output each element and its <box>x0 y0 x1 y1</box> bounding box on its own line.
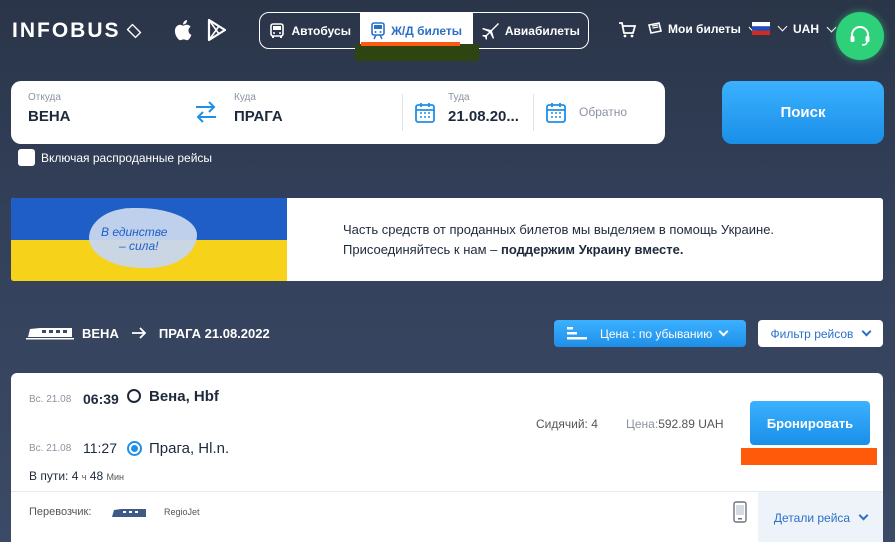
logo[interactable]: INFOBUS <box>12 19 143 43</box>
active-tab-indicator <box>361 42 460 46</box>
to-field[interactable]: Куда ПРАГА <box>234 81 404 144</box>
include-soldout-row[interactable]: Включая распроданные рейсы <box>18 149 212 166</box>
tab-flights[interactable]: Авиабилеты <box>473 13 588 48</box>
banner-text: Часть средств от проданных билетов мы вы… <box>343 220 774 260</box>
book-button-highlight <box>741 448 877 465</box>
arrow-right-icon <box>131 327 147 339</box>
header: INFOBUS Автобусы Ж/Д билеты Авиабилеты М… <box>0 0 895 70</box>
trip-details-button[interactable]: Детали рейса <box>758 492 883 542</box>
calendar-icon <box>415 103 435 123</box>
from-field[interactable]: Откуда ВЕНА <box>28 81 188 144</box>
departure-dot-icon <box>127 389 141 403</box>
trip-card-footer: Перевозчик: RegioJet Детали рейса <box>11 491 883 542</box>
banner-text-line1: Часть средств от проданных билетов мы вы… <box>343 222 775 237</box>
support-ukraine-banner: В единстве – сила! Часть средств от прод… <box>11 198 883 281</box>
cart-icon[interactable] <box>618 22 636 38</box>
carrier-train-icon <box>112 509 146 517</box>
return-date-field[interactable]: Обратно <box>579 105 627 119</box>
date-value: 21.08.20... <box>448 108 519 125</box>
apple-icon[interactable] <box>173 18 195 42</box>
seat-availability: Сидячий: 4 <box>536 417 598 431</box>
trip-card: Вс. 21.08 06:39 Вена, Hbf Вс. 21.08 11:2… <box>11 373 883 542</box>
tab-highlight-shadow <box>355 44 479 61</box>
chevron-down-icon <box>861 326 872 337</box>
to-value: ПРАГА <box>234 108 283 125</box>
tab-flights-label: Авиабилеты <box>504 23 580 38</box>
filter-label: Фильтр рейсов <box>770 326 854 341</box>
bus-icon <box>270 22 285 38</box>
swap-icon[interactable] <box>192 98 220 126</box>
plane-icon <box>481 22 499 40</box>
flag-ru-icon <box>752 22 770 35</box>
banner-slogan-line2: – сила! <box>119 239 159 253</box>
route-to-date: ПРАГА 21.08.2022 <box>158 325 270 341</box>
include-soldout-checkbox[interactable] <box>18 149 35 166</box>
departure-date: Вс. 21.08 <box>29 394 72 405</box>
departure-station: Вена, Hbf <box>149 388 219 405</box>
my-tickets-menu[interactable]: Мои билеты <box>648 22 759 36</box>
from-label: Откуда <box>28 92 61 103</box>
chevron-down-icon <box>858 510 869 521</box>
support-button[interactable] <box>836 12 884 60</box>
chevron-down-icon <box>826 22 837 32</box>
currency-select[interactable]: UAH <box>793 22 837 36</box>
date-label: Туда <box>448 92 470 103</box>
mobile-ticket-icon <box>733 501 747 523</box>
carrier-label: Перевозчик: <box>29 506 92 518</box>
route-from: ВЕНА <box>82 325 119 341</box>
divider <box>402 94 403 131</box>
sort-dropdown[interactable]: Цена : по убыванию <box>554 320 746 347</box>
chevron-down-icon <box>718 326 729 337</box>
ticket-icon <box>648 22 662 34</box>
arrival-dot-icon <box>127 441 142 456</box>
banner-slogan-line1: В единстве <box>101 225 168 239</box>
banner-text-line2: Присоединяйтесь к нам – поддержим Украин… <box>343 242 684 257</box>
chevron-down-icon <box>777 21 788 32</box>
currency-label: UAH <box>793 22 819 36</box>
divider <box>533 94 534 131</box>
arrival-date: Вс. 21.08 <box>29 443 72 454</box>
trip-details-label: Детали рейса <box>773 510 851 525</box>
from-value: ВЕНА <box>28 108 71 125</box>
route-summary: ВЕНА ПРАГА 21.08.2022 <box>26 325 270 341</box>
sort-label: Цена : по убыванию <box>600 326 713 341</box>
calendar-icon <box>546 103 566 123</box>
my-tickets-label: Мои билеты <box>668 22 741 36</box>
include-soldout-label: Включая распроданные рейсы <box>41 150 213 165</box>
tab-buses-label: Автобусы <box>291 23 351 38</box>
departure-time: 06:39 <box>83 391 119 407</box>
headset-icon <box>850 26 870 46</box>
tab-buses[interactable]: Автобусы <box>260 13 360 48</box>
to-label: Куда <box>234 92 256 103</box>
sort-icon <box>567 326 587 339</box>
language-select[interactable] <box>752 21 788 35</box>
tab-trains-label: Ж/Д билеты <box>391 23 463 38</box>
filter-dropdown[interactable]: Фильтр рейсов <box>758 320 883 347</box>
book-button[interactable]: Бронировать <box>750 401 870 445</box>
train-icon <box>26 328 74 340</box>
arrival-station: Прага, Hl.n. <box>149 440 230 457</box>
google-play-icon[interactable] <box>206 18 228 42</box>
search-form: Откуда ВЕНА Куда ПРАГА Туда 21.08.20... … <box>11 81 665 144</box>
arrival-time: 11:27 <box>83 440 117 456</box>
carrier-name: RegioJet <box>164 507 200 517</box>
trip-price: Цена:592.89 UAH <box>626 417 724 431</box>
travel-duration: В пути: 4 ч 48 Мин <box>29 469 124 483</box>
train-icon <box>371 21 385 39</box>
search-button[interactable]: Поиск <box>722 81 884 144</box>
departure-date-field[interactable]: Туда 21.08.20... <box>448 81 533 144</box>
